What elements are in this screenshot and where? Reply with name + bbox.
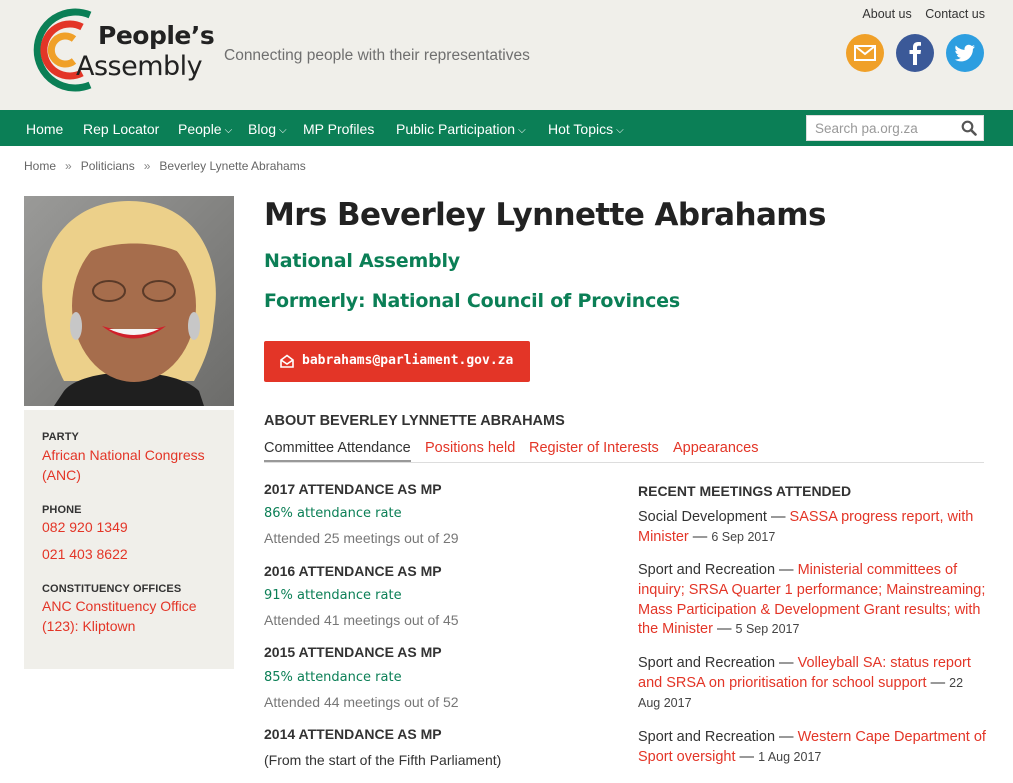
email-address: babrahams@parliament.gov.za: [302, 353, 514, 368]
nav-blog[interactable]: Blog ⌵: [248, 121, 287, 137]
politician-name: Mrs Beverley Lynnette Abrahams: [264, 197, 826, 233]
meeting-date: 6 Sep 2017: [711, 529, 776, 544]
meeting-item: Sport and Recreation — Ministerial commi…: [638, 562, 986, 638]
peoples-assembly-logo[interactable]: People’s Assembly: [24, 7, 215, 93]
attendance-heading: 2014 ATTENDANCE AS MP: [264, 726, 442, 742]
top-links: About us Contact us: [852, 7, 985, 21]
meeting-committee: Sport and Recreation: [638, 729, 776, 745]
nav-rep-locator[interactable]: Rep Locator: [83, 121, 159, 137]
nav-home[interactable]: Home: [26, 121, 63, 137]
phone-link-2[interactable]: 021 403 8622: [42, 545, 227, 565]
nav-mp-profiles[interactable]: MP Profiles: [303, 121, 374, 137]
search-box: [806, 115, 984, 141]
breadcrumb: Home » Politicians » Beverley Lynette Abraha…: [24, 159, 306, 173]
breadcrumb-separator: »: [143, 159, 151, 173]
facebook-icon[interactable]: [896, 34, 934, 72]
mail-icon[interactable]: [846, 34, 884, 72]
attendance-rate: 86% attendance rate: [264, 506, 402, 521]
tab-register-of-interests[interactable]: Register of Interests: [529, 440, 659, 456]
phone-label: PHONE: [42, 504, 82, 516]
attendance-heading: 2015 ATTENDANCE AS MP: [264, 644, 442, 660]
site-tagline: Connecting people with their representat…: [224, 47, 530, 64]
attendance-count: Attended 44 meetings out of 52: [264, 694, 459, 710]
profile-tabs: Committee Attendance Positions held Regi…: [264, 438, 984, 463]
breadcrumb-home[interactable]: Home: [24, 159, 56, 173]
constituency-office-link[interactable]: ANC Constituency Office (123): Kliptown: [42, 597, 227, 636]
nav-home-label: Home: [26, 121, 64, 137]
current-house: National Assembly: [264, 250, 460, 272]
nav-public-participation[interactable]: Public Participation ⌵: [396, 121, 526, 137]
attendance-rate: 85% attendance rate: [264, 670, 402, 685]
chevron-down-icon: ⌵: [279, 125, 287, 136]
envelope-icon: [280, 354, 294, 368]
constituency-offices-label: CONSTITUENCY OFFICES: [42, 583, 182, 595]
recent-meetings-heading: RECENT MEETINGS ATTENDED: [638, 483, 852, 499]
nav-hot-topics-label: Hot Topics: [548, 121, 614, 137]
party-link[interactable]: African National Congress (ANC): [42, 446, 227, 485]
meeting-item: Sport and Recreation — Volleyball SA: st…: [638, 655, 971, 710]
meeting-committee: Social Development: [638, 509, 767, 525]
profile-photo: [24, 196, 234, 406]
attendance-heading: 2017 ATTENDANCE AS MP: [264, 481, 442, 497]
attendance-heading: 2016 ATTENDANCE AS MP: [264, 563, 442, 579]
nav-blog-label: Blog: [248, 121, 277, 137]
meeting-item: Social Development — SASSA progress repo…: [638, 509, 974, 545]
logo-text-peoples: People’s: [98, 21, 215, 50]
twitter-icon[interactable]: [946, 34, 984, 72]
chevron-down-icon: ⌵: [616, 125, 624, 136]
nav-people[interactable]: People ⌵: [178, 121, 232, 137]
tab-appearances[interactable]: Appearances: [673, 440, 758, 456]
attendance-rate: 91% attendance rate: [264, 588, 402, 603]
attendance-count: Attended 25 meetings out of 29: [264, 530, 459, 546]
former-house: Formerly: National Council of Provinces: [264, 290, 680, 312]
party-label: PARTY: [42, 431, 79, 443]
phone-link-1[interactable]: 082 920 1349: [42, 518, 227, 538]
meeting-date: 5 Sep 2017: [735, 622, 800, 637]
breadcrumb-politicians[interactable]: Politicians: [81, 159, 135, 173]
meeting-date: 1 Aug 2017: [758, 749, 822, 764]
contact-us-link[interactable]: Contact us: [925, 7, 985, 21]
breadcrumb-current: Beverley Lynette Abrahams: [159, 159, 306, 173]
contact-sidebar: PARTY African National Congress (ANC) PH…: [24, 410, 234, 669]
about-heading: ABOUT BEVERLEY LYNNETTE ABRAHAMS: [264, 413, 565, 429]
search-icon[interactable]: [961, 120, 977, 136]
meeting-committee: Sport and Recreation: [638, 655, 776, 671]
site-header: People’s Assembly Connecting people with…: [0, 0, 1013, 110]
attendance-count: Attended 41 meetings out of 45: [264, 612, 459, 628]
chevron-down-icon: ⌵: [518, 125, 526, 136]
nav-hot-topics[interactable]: Hot Topics ⌵: [548, 121, 624, 137]
nav-people-label: People: [178, 121, 222, 137]
about-us-link[interactable]: About us: [862, 7, 911, 21]
chevron-down-icon: ⌵: [224, 125, 233, 136]
attendance-note: (From the start of the Fifth Parliament): [264, 752, 502, 768]
tab-committee-attendance[interactable]: Committee Attendance: [264, 440, 411, 462]
nav-rep-locator-label: Rep Locator: [83, 121, 160, 137]
tab-positions-held[interactable]: Positions held: [425, 440, 515, 456]
nav-public-participation-label: Public Participation: [396, 121, 516, 137]
email-button[interactable]: babrahams@parliament.gov.za: [264, 341, 530, 382]
logo-text-assembly: Assembly: [76, 51, 203, 82]
breadcrumb-separator: »: [65, 159, 72, 173]
meeting-committee: Sport and Recreation: [638, 562, 776, 578]
search-input[interactable]: [807, 116, 957, 140]
meeting-item: Sport and Recreation — Western Cape Depa…: [638, 729, 986, 765]
nav-mp-profiles-label: MP Profiles: [303, 121, 375, 137]
